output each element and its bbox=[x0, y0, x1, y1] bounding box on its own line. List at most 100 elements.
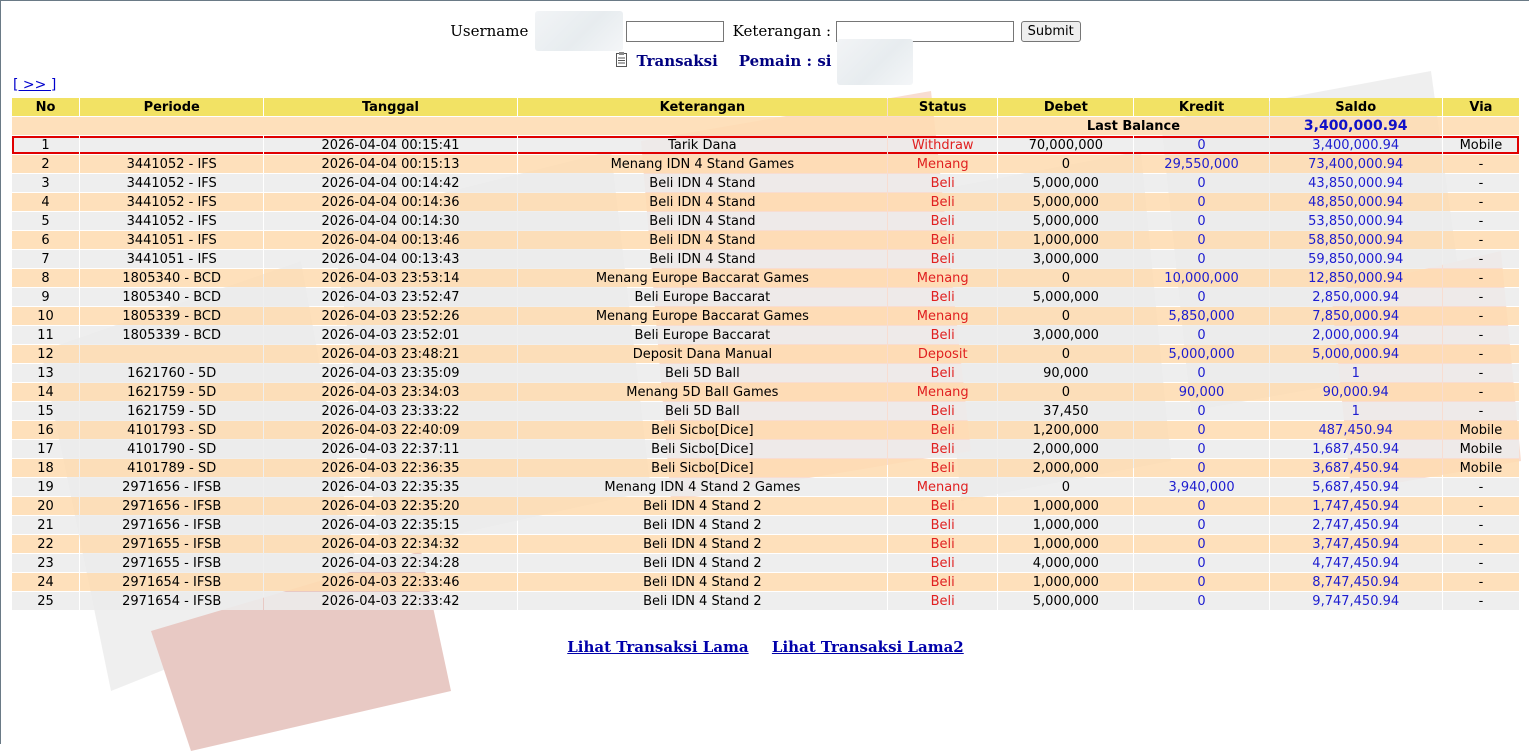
cell-status: Deposit bbox=[888, 345, 998, 363]
cell-periode bbox=[80, 345, 264, 363]
cell-status: Menang bbox=[888, 383, 998, 401]
keterangan-link[interactable]: Menang IDN 4 Stand Games bbox=[611, 157, 795, 172]
cell-debet: 1,000,000 bbox=[998, 535, 1134, 553]
keterangan-link[interactable]: Menang Europe Baccarat Games bbox=[596, 309, 809, 324]
cell-status: Beli bbox=[888, 326, 998, 344]
keterangan-link[interactable]: Beli IDN 4 Stand 2 bbox=[643, 518, 762, 533]
cell-no: 4 bbox=[12, 193, 80, 211]
cell-status: Beli bbox=[888, 250, 998, 268]
table-row: 6 3441051 - IFS 2026-04-04 00:13:46 Beli ID… bbox=[12, 231, 1519, 249]
cell-saldo: 5,687,450.94 bbox=[1269, 478, 1442, 496]
cell-periode: 2971654 - IFSB bbox=[80, 592, 264, 610]
cell-saldo: 43,850,000.94 bbox=[1269, 174, 1442, 192]
cell-kredit: 0 bbox=[1134, 573, 1269, 591]
cell-status: Beli bbox=[888, 440, 998, 458]
cell-no: 17 bbox=[12, 440, 80, 458]
cell-keterangan: Beli IDN 4 Stand bbox=[517, 212, 888, 230]
keterangan-link[interactable]: Beli Europe Baccarat bbox=[635, 290, 771, 305]
cell-keterangan: Menang IDN 4 Stand Games bbox=[517, 155, 888, 173]
cell-keterangan: Menang Europe Baccarat Games bbox=[517, 269, 888, 287]
cell-saldo: 48,850,000.94 bbox=[1269, 193, 1442, 211]
cell-debet: 4,000,000 bbox=[998, 554, 1134, 572]
table-row: 16 4101793 - SD 2026-04-03 22:40:09 Beli Si… bbox=[12, 421, 1519, 439]
keterangan-link[interactable]: Beli Sicbo[Dice] bbox=[651, 461, 753, 476]
footer-links: Lihat Transaksi Lama Lihat Transaksi Lam… bbox=[1, 638, 1529, 656]
page-heading: Transaksi Pemain : si bbox=[1, 39, 1529, 85]
cell-keterangan: Beli 5D Ball bbox=[517, 402, 888, 420]
keterangan-link[interactable]: Beli IDN 4 Stand bbox=[649, 176, 755, 191]
cell-via: - bbox=[1442, 535, 1519, 553]
cell-kredit: 0 bbox=[1134, 440, 1269, 458]
cell-kredit: 0 bbox=[1134, 535, 1269, 553]
column-header-status: Status bbox=[888, 98, 998, 116]
keterangan-link[interactable]: Beli 5D Ball bbox=[665, 404, 740, 419]
cell-debet: 5,000,000 bbox=[998, 212, 1134, 230]
cell-status: Beli bbox=[888, 421, 998, 439]
cell-periode: 3441052 - IFS bbox=[80, 212, 264, 230]
cell-debet: 2,000,000 bbox=[998, 459, 1134, 477]
keterangan-link[interactable]: Beli Sicbo[Dice] bbox=[651, 442, 753, 457]
cell-periode: 3441051 - IFS bbox=[80, 250, 264, 268]
keterangan-link[interactable]: Beli IDN 4 Stand 2 bbox=[643, 499, 762, 514]
cell-no: 14 bbox=[12, 383, 80, 401]
cell-keterangan: Beli IDN 4 Stand bbox=[517, 193, 888, 211]
keterangan-link[interactable]: Beli IDN 4 Stand 2 bbox=[643, 556, 762, 571]
table-row: 25 2971654 - IFSB 2026-04-03 22:33:42 Beli … bbox=[12, 592, 1519, 610]
keterangan-link[interactable]: Beli Sicbo[Dice] bbox=[651, 423, 753, 438]
cell-tanggal: 2026-04-04 00:13:46 bbox=[264, 231, 517, 249]
cell-tanggal: 2026-04-03 23:52:01 bbox=[264, 326, 517, 344]
table-row: 15 1621759 - 5D 2026-04-03 23:33:22 Beli 5D… bbox=[12, 402, 1519, 420]
cell-status: Beli bbox=[888, 212, 998, 230]
cell-saldo: 2,850,000.94 bbox=[1269, 288, 1442, 306]
cell-keterangan: Beli IDN 4 Stand 2 bbox=[517, 535, 888, 553]
cell-no: 12 bbox=[12, 345, 80, 363]
keterangan-link[interactable]: Beli IDN 4 Stand 2 bbox=[643, 537, 762, 552]
next-page-link[interactable]: [ >> ] bbox=[13, 77, 56, 93]
cell-periode: 3441052 - IFS bbox=[80, 193, 264, 211]
table-row: 10 1805339 - BCD 2026-04-03 23:52:26 Menang… bbox=[12, 307, 1519, 325]
cell-no: 22 bbox=[12, 535, 80, 553]
cell-kredit: 5,850,000 bbox=[1134, 307, 1269, 325]
cell-tanggal: 2026-04-04 00:14:36 bbox=[264, 193, 517, 211]
cell-debet: 1,000,000 bbox=[998, 516, 1134, 534]
cell-kredit: 0 bbox=[1134, 136, 1269, 154]
cell-tanggal: 2026-04-03 22:37:11 bbox=[264, 440, 517, 458]
cell-keterangan: Beli IDN 4 Stand bbox=[517, 250, 888, 268]
cell-keterangan: Beli Sicbo[Dice] bbox=[517, 440, 888, 458]
cell-via: - bbox=[1442, 345, 1519, 363]
keterangan-link[interactable]: Beli IDN 4 Stand bbox=[649, 195, 755, 210]
cell-status: Beli bbox=[888, 231, 998, 249]
keterangan-link[interactable]: Beli 5D Ball bbox=[665, 366, 740, 381]
keterangan-link[interactable]: Beli IDN 4 Stand bbox=[649, 233, 755, 248]
keterangan-link[interactable]: Beli IDN 4 Stand 2 bbox=[643, 575, 762, 590]
old-transactions2-link[interactable]: Lihat Transaksi Lama2 bbox=[772, 638, 964, 656]
table-header-row: No Periode Tanggal Keterangan Status Debet Kre… bbox=[12, 98, 1519, 116]
cell-saldo: 2,000,000.94 bbox=[1269, 326, 1442, 344]
keterangan-link[interactable]: Menang Europe Baccarat Games bbox=[596, 271, 809, 286]
cell-no: 20 bbox=[12, 497, 80, 515]
table-row: 13 1621760 - 5D 2026-04-03 23:35:09 Beli 5D… bbox=[12, 364, 1519, 382]
cell-tanggal: 2026-04-04 00:14:30 bbox=[264, 212, 517, 230]
keterangan-label: Keterangan : bbox=[732, 22, 832, 40]
cell-status: Beli bbox=[888, 592, 998, 610]
cell-saldo: 12,850,000.94 bbox=[1269, 269, 1442, 287]
keterangan-link[interactable]: Menang 5D Ball Games bbox=[626, 385, 778, 400]
cell-tanggal: 2026-04-03 22:35:20 bbox=[264, 497, 517, 515]
keterangan-link[interactable]: Beli IDN 4 Stand bbox=[649, 252, 755, 267]
last-balance-row: Last Balance 3,400,000.94 bbox=[12, 117, 1519, 135]
cell-status: Beli bbox=[888, 193, 998, 211]
keterangan-link[interactable]: Beli IDN 4 Stand bbox=[649, 214, 755, 229]
old-transactions-link[interactable]: Lihat Transaksi Lama bbox=[567, 638, 748, 656]
table-row: 21 2971656 - IFSB 2026-04-03 22:35:15 Beli … bbox=[12, 516, 1519, 534]
cell-saldo: 7,850,000.94 bbox=[1269, 307, 1442, 325]
cell-saldo: 73,400,000.94 bbox=[1269, 155, 1442, 173]
cell-periode: 1805339 - BCD bbox=[80, 307, 264, 325]
keterangan-link[interactable]: Menang IDN 4 Stand 2 Games bbox=[604, 480, 800, 495]
cell-kredit: 0 bbox=[1134, 497, 1269, 515]
cell-tanggal: 2026-04-03 23:35:09 bbox=[264, 364, 517, 382]
cell-debet: 5,000,000 bbox=[998, 288, 1134, 306]
cell-kredit: 5,000,000 bbox=[1134, 345, 1269, 363]
keterangan-link[interactable]: Beli Europe Baccarat bbox=[635, 328, 771, 343]
cell-status: Menang bbox=[888, 269, 998, 287]
keterangan-link[interactable]: Beli IDN 4 Stand 2 bbox=[643, 594, 762, 609]
